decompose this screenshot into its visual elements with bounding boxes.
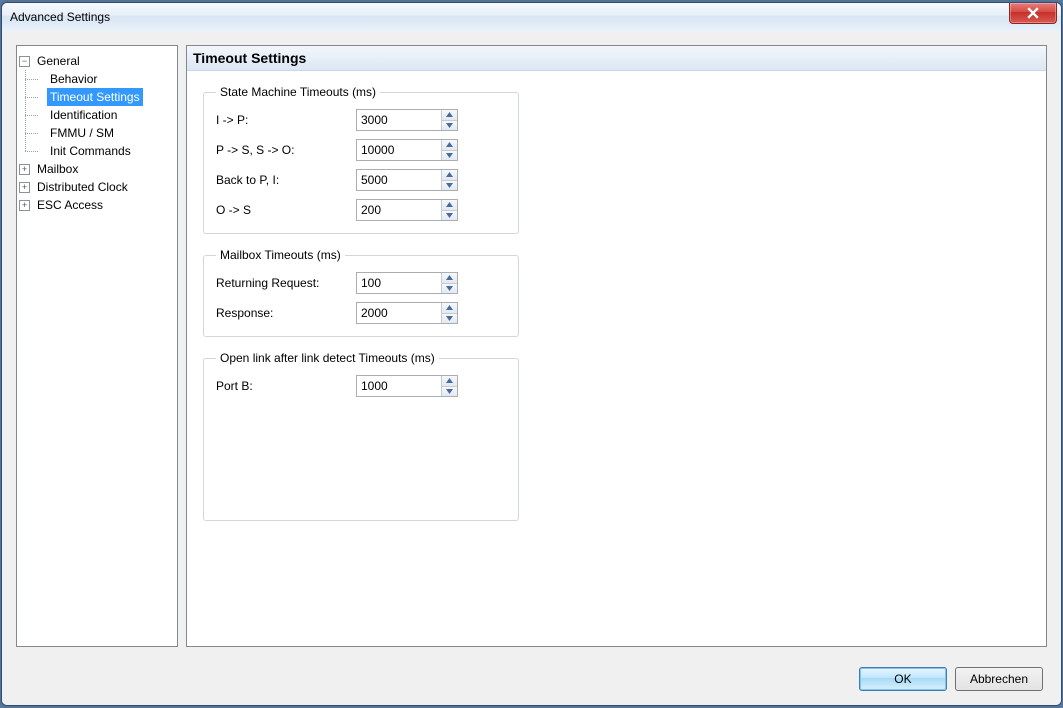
label-o-to-s: O -> S [216, 203, 348, 217]
label-back: Back to P, I: [216, 173, 348, 187]
chevron-down-icon [446, 213, 453, 218]
input-returning-request[interactable] [357, 273, 441, 293]
spin-up-button[interactable] [442, 200, 457, 211]
spinner-port-b[interactable] [356, 375, 458, 397]
chevron-up-icon [446, 112, 453, 117]
chevron-up-icon [446, 378, 453, 383]
input-i-to-p[interactable] [357, 110, 441, 130]
spinner-p-to-s[interactable] [356, 139, 458, 161]
chevron-up-icon [446, 142, 453, 147]
input-port-b[interactable] [357, 376, 441, 396]
chevron-up-icon [446, 172, 453, 177]
group-mailbox-timeouts: Mailbox Timeouts (ms) Returning Request: [203, 248, 519, 337]
chevron-down-icon [446, 316, 453, 321]
chevron-down-icon [446, 123, 453, 128]
group-state-machine-timeouts: State Machine Timeouts (ms) I -> P: [203, 85, 519, 234]
chevron-up-icon [446, 202, 453, 207]
spin-down-button[interactable] [442, 387, 457, 397]
expand-icon[interactable]: + [19, 200, 30, 211]
tree-item-init-commands[interactable]: Init Commands [32, 142, 175, 160]
group-link-timeouts: Open link after link detect Timeouts (ms… [203, 351, 519, 521]
tree-item-esc-access[interactable]: +ESC Access [19, 196, 175, 214]
spinner-back[interactable] [356, 169, 458, 191]
spin-down-button[interactable] [442, 314, 457, 324]
input-back[interactable] [357, 170, 441, 190]
input-response[interactable] [357, 303, 441, 323]
cancel-button[interactable]: Abbrechen [955, 667, 1043, 691]
tree-item-distributed-clock[interactable]: +Distributed Clock [19, 178, 175, 196]
spin-down-button[interactable] [442, 121, 457, 131]
navigation-tree[interactable]: − General Behavior Timeout Settings Iden… [16, 45, 178, 647]
expand-icon[interactable]: + [19, 182, 30, 193]
chevron-down-icon [446, 153, 453, 158]
expand-icon[interactable]: + [19, 164, 30, 175]
label-port-b: Port B: [216, 379, 348, 393]
close-button[interactable] [1009, 3, 1057, 24]
spin-up-button[interactable] [442, 170, 457, 181]
input-p-to-s[interactable] [357, 140, 441, 160]
chevron-down-icon [446, 183, 453, 188]
spinner-response[interactable] [356, 302, 458, 324]
window-title: Advanced Settings [10, 10, 110, 24]
legend-state: State Machine Timeouts (ms) [216, 85, 380, 99]
tree-item-identification[interactable]: Identification [32, 106, 175, 124]
chevron-up-icon [446, 305, 453, 310]
tree-item-behavior[interactable]: Behavior [32, 70, 175, 88]
chevron-up-icon [446, 275, 453, 280]
client-area: − General Behavior Timeout Settings Iden… [2, 31, 1061, 705]
panel-title: Timeout Settings [187, 46, 1046, 71]
tree-item-timeout-settings[interactable]: Timeout Settings [32, 88, 175, 106]
spinner-returning-request[interactable] [356, 272, 458, 294]
spin-down-button[interactable] [442, 284, 457, 294]
spin-down-button[interactable] [442, 151, 457, 161]
label-i-to-p: I -> P: [216, 113, 348, 127]
tree-label-general: General [34, 52, 83, 70]
label-response: Response: [216, 306, 348, 320]
spin-up-button[interactable] [442, 303, 457, 314]
spin-down-button[interactable] [442, 211, 457, 221]
dialog-button-bar: OK Abbrechen [859, 667, 1043, 691]
spinner-i-to-p[interactable] [356, 109, 458, 131]
spin-up-button[interactable] [442, 376, 457, 387]
close-icon [1027, 7, 1039, 19]
spin-up-button[interactable] [442, 110, 457, 121]
input-o-to-s[interactable] [357, 200, 441, 220]
titlebar[interactable]: Advanced Settings [2, 3, 1061, 32]
legend-mailbox: Mailbox Timeouts (ms) [216, 248, 345, 262]
chevron-down-icon [446, 286, 453, 291]
chevron-down-icon [446, 389, 453, 394]
collapse-icon[interactable]: − [19, 56, 30, 67]
ok-button[interactable]: OK [859, 667, 947, 691]
spin-up-button[interactable] [442, 140, 457, 151]
spin-down-button[interactable] [442, 181, 457, 191]
tree-item-mailbox[interactable]: +Mailbox [19, 160, 175, 178]
spinner-o-to-s[interactable] [356, 199, 458, 221]
tree-item-general[interactable]: − General [19, 52, 175, 70]
content-pane: Timeout Settings State Machine Timeouts … [186, 45, 1047, 647]
dialog-window: Advanced Settings − General Behavior [1, 2, 1062, 706]
tree-item-fmmu-sm[interactable]: FMMU / SM [32, 124, 175, 142]
label-p-to-s: P -> S, S -> O: [216, 143, 348, 157]
legend-link: Open link after link detect Timeouts (ms… [216, 351, 439, 365]
spin-up-button[interactable] [442, 273, 457, 284]
label-returning-request: Returning Request: [216, 276, 348, 290]
